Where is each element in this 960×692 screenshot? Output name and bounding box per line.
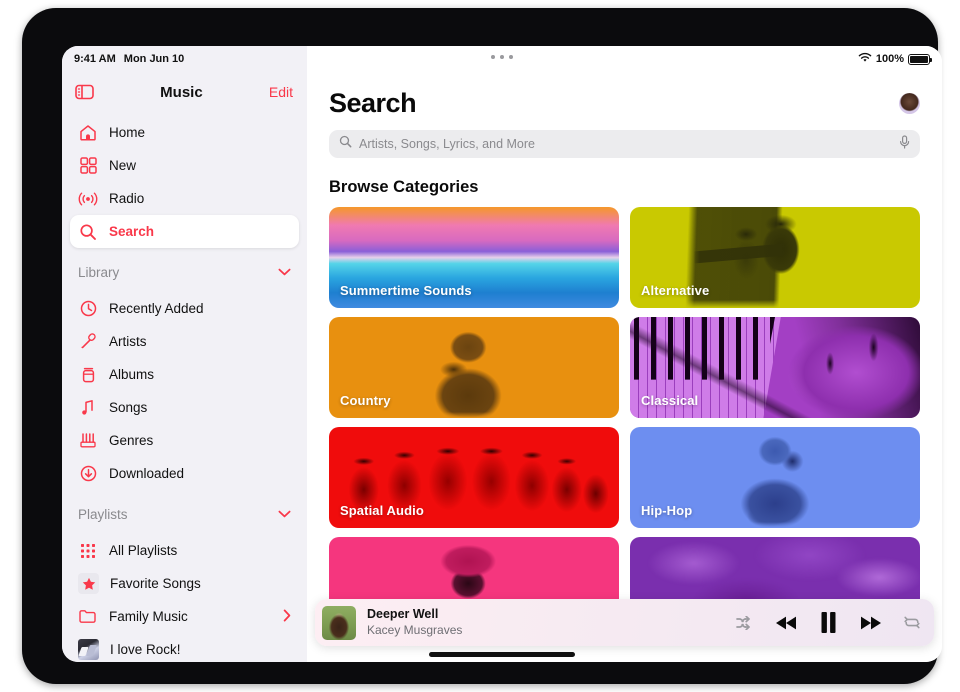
sidebar-item-label: Recently Added	[109, 301, 204, 316]
sidebar-header: Music Edit	[62, 72, 307, 112]
tile-label: Summertime Sounds	[340, 283, 472, 298]
edit-button[interactable]: Edit	[269, 84, 293, 100]
sidebar-playlists-list: All Playlists Favorite Songs Family Musi…	[62, 530, 307, 662]
next-button[interactable]	[859, 615, 882, 631]
sidebar-item-label: All Playlists	[109, 543, 178, 558]
sidebar-item-label: Genres	[109, 433, 154, 448]
sidebar-top-list: Home New Radio Search	[62, 112, 307, 248]
tile-label: Classical	[641, 393, 699, 408]
section-label: Library	[78, 264, 120, 280]
sidebar-item-label: Favorite Songs	[110, 576, 201, 591]
now-playing-artist: Kacey Musgraves	[367, 622, 463, 637]
now-playing-controls	[736, 612, 920, 633]
chevron-right-icon[interactable]	[283, 609, 291, 625]
section-label: Playlists	[78, 506, 128, 522]
search-placeholder: Artists, Songs, Lyrics, and More	[359, 137, 535, 151]
house-icon	[78, 123, 98, 143]
sidebar-item-search[interactable]: Search	[70, 215, 299, 248]
tile-label: Hip-Hop	[641, 503, 693, 518]
main-content: Search Artists, Songs, Lyrics, and More	[307, 46, 942, 662]
microphone-icon[interactable]	[899, 134, 910, 154]
album-icon	[78, 365, 98, 385]
search-input[interactable]: Artists, Songs, Lyrics, and More	[329, 130, 920, 158]
sidebar-item-albums[interactable]: Albums	[70, 358, 299, 391]
sidebar-item-home[interactable]: Home	[70, 116, 299, 149]
category-tile-summertime-sounds[interactable]: Summertime Sounds	[329, 207, 619, 308]
ipad-screen: 9:41 AM Mon Jun 10 100% Music Edit Home …	[62, 46, 942, 662]
sidebar: Music Edit Home New Radio Search Library…	[62, 46, 307, 662]
category-tile-country[interactable]: Country	[329, 317, 619, 418]
music-note-icon	[78, 398, 98, 418]
category-tile-hip-hop[interactable]: Hip-Hop	[630, 427, 920, 528]
folder-icon	[78, 607, 98, 627]
sidebar-item-label: Search	[109, 224, 155, 239]
tile-label: Spatial Audio	[340, 503, 424, 518]
sidebar-item-radio[interactable]: Radio	[70, 182, 299, 215]
chevron-down-icon[interactable]	[278, 507, 291, 521]
radio-waves-icon	[78, 189, 98, 209]
grid-icon	[78, 156, 98, 176]
shuffle-button[interactable]	[736, 615, 753, 630]
sidebar-section-playlists[interactable]: Playlists	[62, 498, 307, 530]
repeat-button[interactable]	[904, 615, 920, 630]
tile-label: Country	[340, 393, 391, 408]
playlist-artwork	[78, 639, 99, 660]
sidebar-item-label: Radio	[109, 191, 145, 206]
avatar[interactable]	[899, 93, 920, 114]
sidebar-library-list: Recently Added Artists Albums Songs Genr…	[62, 288, 307, 490]
now-playing-info: Deeper Well Kacey Musgraves	[367, 607, 736, 638]
sidebar-toggle-icon[interactable]	[74, 82, 94, 102]
sidebar-item-label: Home	[109, 125, 146, 140]
ipad-device-frame: 9:41 AM Mon Jun 10 100% Music Edit Home …	[22, 8, 942, 684]
search-icon	[339, 135, 352, 153]
sidebar-item-label: Artists	[109, 334, 147, 349]
star-icon	[78, 573, 99, 594]
sidebar-item-label: I love Rock!	[110, 642, 181, 657]
sidebar-item-artists[interactable]: Artists	[70, 325, 299, 358]
browse-categories-heading: Browse Categories	[329, 178, 479, 196]
category-tile-alternative[interactable]: Alternative	[630, 207, 920, 308]
microphone-icon	[78, 332, 98, 352]
sidebar-item-favorite-songs[interactable]: Favorite Songs	[70, 567, 299, 600]
category-tile-spatial-audio[interactable]: Spatial Audio	[329, 427, 619, 528]
sidebar-item-all-playlists[interactable]: All Playlists	[70, 534, 299, 567]
previous-button[interactable]	[775, 615, 798, 631]
sidebar-item-songs[interactable]: Songs	[70, 391, 299, 424]
sidebar-item-label: Family Music	[109, 609, 188, 624]
sidebar-section-library[interactable]: Library	[62, 256, 307, 288]
now-playing-title: Deeper Well	[367, 606, 439, 621]
sidebar-item-label: New	[109, 158, 137, 173]
play-pause-button[interactable]	[820, 612, 837, 633]
browse-categories-grid: Summertime Sounds Alternative Country Cl…	[329, 207, 920, 638]
sidebar-item-downloaded[interactable]: Downloaded	[70, 457, 299, 490]
now-playing-bar[interactable]: Deeper Well Kacey Musgraves	[315, 599, 934, 646]
playlist-grid-icon	[78, 541, 98, 561]
search-icon	[78, 222, 98, 242]
sidebar-item-new[interactable]: New	[70, 149, 299, 182]
page-title: Search	[329, 88, 417, 118]
sidebar-item-label: Albums	[109, 367, 155, 382]
sidebar-item-genres[interactable]: Genres	[70, 424, 299, 457]
home-indicator	[429, 652, 575, 657]
sidebar-item-i-love-rock[interactable]: I love Rock!	[70, 633, 299, 662]
sidebar-title: Music	[160, 83, 203, 101]
category-tile-classical[interactable]: Classical	[630, 317, 920, 418]
clock-icon	[78, 299, 98, 319]
page-header: Search	[307, 72, 942, 119]
now-playing-artwork[interactable]	[322, 605, 356, 640]
download-arrow-icon	[78, 464, 98, 484]
sidebar-item-family-music[interactable]: Family Music	[70, 600, 299, 633]
chevron-down-icon[interactable]	[278, 265, 291, 279]
genres-icon	[78, 431, 98, 451]
tile-label: Alternative	[641, 283, 710, 298]
sidebar-item-label: Downloaded	[109, 466, 185, 481]
sidebar-item-recently-added[interactable]: Recently Added	[70, 292, 299, 325]
sidebar-item-label: Songs	[109, 400, 148, 415]
